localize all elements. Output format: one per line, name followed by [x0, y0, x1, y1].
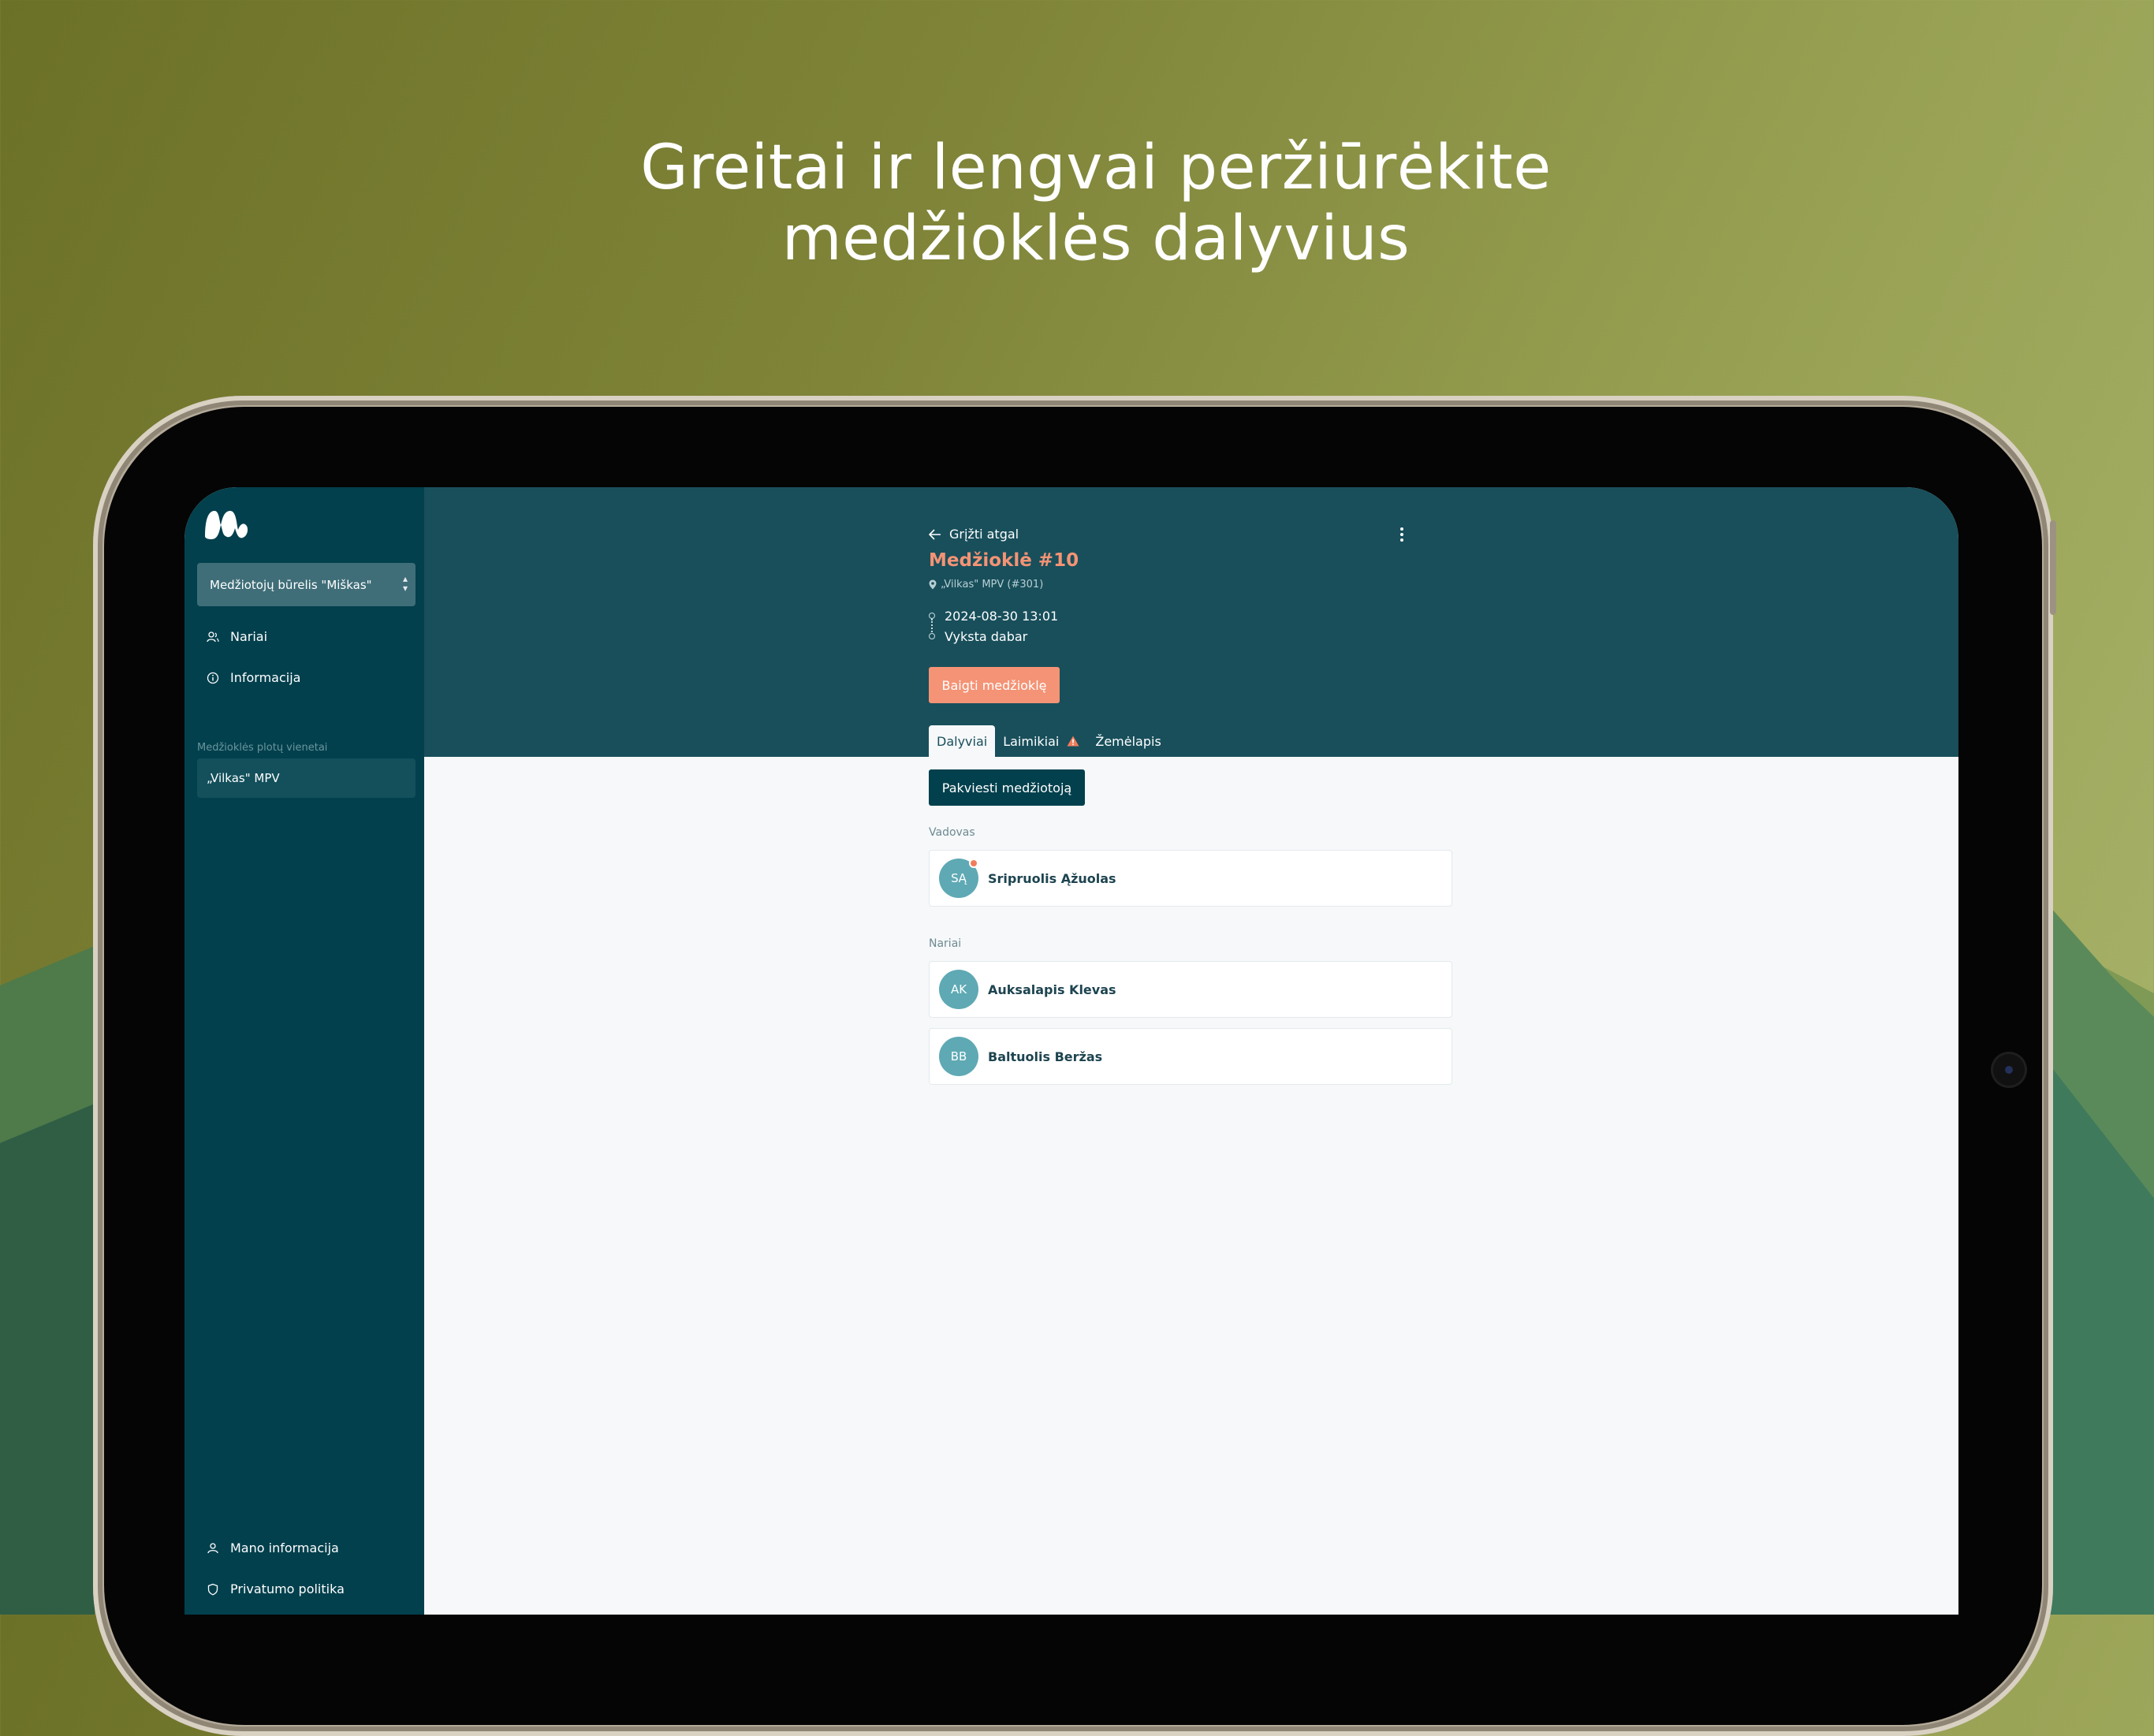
timeline-connector [931, 619, 933, 632]
club-select[interactable]: Medžiotojų būrelis "Miškas" ▴ ▾ [197, 563, 416, 606]
tab-label: Laimikiai [1003, 733, 1060, 749]
leader-badge [969, 859, 978, 868]
headline-line-1: Greitai ir lengvai peržiūrėkite [640, 132, 1552, 203]
tab-label: Dalyviai [937, 733, 988, 749]
end-hunt-button[interactable]: Baigti medžioklę [929, 667, 1060, 703]
avatar: BB [939, 1037, 978, 1076]
hunt-header [424, 487, 1958, 757]
participant-card[interactable]: BB Baltuolis Beržas [929, 1028, 1452, 1085]
location-pin-icon [929, 579, 937, 590]
tab-zemelapis[interactable]: Žemėlapis [1087, 725, 1168, 757]
user-icon [207, 1542, 219, 1555]
leader-section-label: Vadovas [929, 826, 975, 839]
sidebar-item-label: Mano informacija [230, 1540, 339, 1555]
camera-icon [1991, 1052, 2027, 1088]
unit-label: „Vilkas" MPV [207, 771, 280, 785]
timeline-status: Vyksta dabar [929, 626, 1058, 646]
warning-icon [1067, 736, 1079, 747]
participant-name: Baltuolis Beržas [988, 1049, 1103, 1064]
section-label-units: Medžioklės plotų vienetai [197, 742, 328, 754]
avatar-initials: SĄ [951, 871, 967, 885]
info-icon [207, 672, 219, 684]
timeline-start: 2024-08-30 13:01 [929, 605, 1058, 626]
more-options-icon[interactable] [1397, 525, 1407, 544]
members-section-label: Nariai [929, 937, 962, 950]
sidebar-item-label: Nariai [230, 629, 268, 644]
marketing-headline: Greitai ir lengvai peržiūrėkite medžiokl… [0, 132, 2154, 274]
back-label: Grįžti atgal [949, 527, 1019, 542]
hunt-location: „Vilkas" MPV (#301) [929, 579, 1043, 590]
app-logo-icon[interactable] [202, 505, 251, 544]
tab-label: Žemėlapis [1095, 733, 1161, 749]
sidebar-item-label: Informacija [230, 670, 301, 685]
avatar-initials: BB [950, 1049, 967, 1064]
sidebar-item-unit[interactable]: „Vilkas" MPV [197, 758, 416, 798]
participant-card-leader[interactable]: SĄ Sripruolis Ąžuolas [929, 850, 1452, 907]
invite-hunter-button[interactable]: Pakviesti medžiotoją [929, 769, 1085, 806]
avatar-initials: AK [950, 982, 967, 997]
hunt-start-time: 2024-08-30 13:01 [945, 608, 1059, 624]
avatar: AK [939, 970, 978, 1009]
participant-name: Sripruolis Ąžuolas [988, 870, 1116, 886]
sidebar: Medžiotojų būrelis "Miškas" ▴ ▾ Nariai In… [184, 487, 424, 1615]
app-screen: Medžiotojų būrelis "Miškas" ▴ ▾ Nariai In… [184, 487, 1958, 1615]
users-icon [207, 631, 219, 643]
hunt-title: Medžioklė #10 [929, 550, 1079, 571]
back-link[interactable]: Grįžti atgal [929, 527, 1019, 542]
sidebar-item-informacija[interactable]: Informacija [207, 670, 300, 685]
club-select-value: Medžiotojų būrelis "Miškas" [210, 577, 372, 592]
sidebar-item-privatumo-politika[interactable]: Privatumo politika [207, 1581, 345, 1596]
sidebar-item-label: Privatumo politika [230, 1581, 345, 1596]
hunt-timeline: 2024-08-30 13:01 Vyksta dabar [929, 605, 1058, 646]
hunt-status: Vyksta dabar [945, 628, 1028, 644]
timeline-dot [929, 613, 935, 619]
headline-line-2: medžioklės dalyvius [781, 203, 1411, 274]
participant-card[interactable]: AK Auksalapis Klevas [929, 961, 1452, 1018]
timeline-dot [929, 633, 935, 639]
arrow-left-icon [929, 528, 941, 540]
tab-dalyviai[interactable]: Dalyviai [929, 725, 996, 757]
sidebar-item-mano-informacija[interactable]: Mano informacija [207, 1540, 339, 1555]
location-label: „Vilkas" MPV (#301) [941, 579, 1044, 590]
main-content: Grįžti atgal Medžioklė #10 „Vilkas" MPV … [424, 487, 1958, 1615]
avatar: SĄ [939, 859, 978, 898]
tab-laimikiai[interactable]: Laimikiai [995, 725, 1087, 757]
hunt-tabs: Dalyviai Laimikiai Žemėlapis [929, 725, 1169, 757]
tablet-side-button [2050, 520, 2056, 615]
sidebar-item-nariai[interactable]: Nariai [207, 629, 267, 644]
participant-name: Auksalapis Klevas [988, 982, 1116, 997]
updown-chevron-icon: ▴ ▾ [402, 573, 408, 594]
shield-icon [207, 1583, 219, 1596]
